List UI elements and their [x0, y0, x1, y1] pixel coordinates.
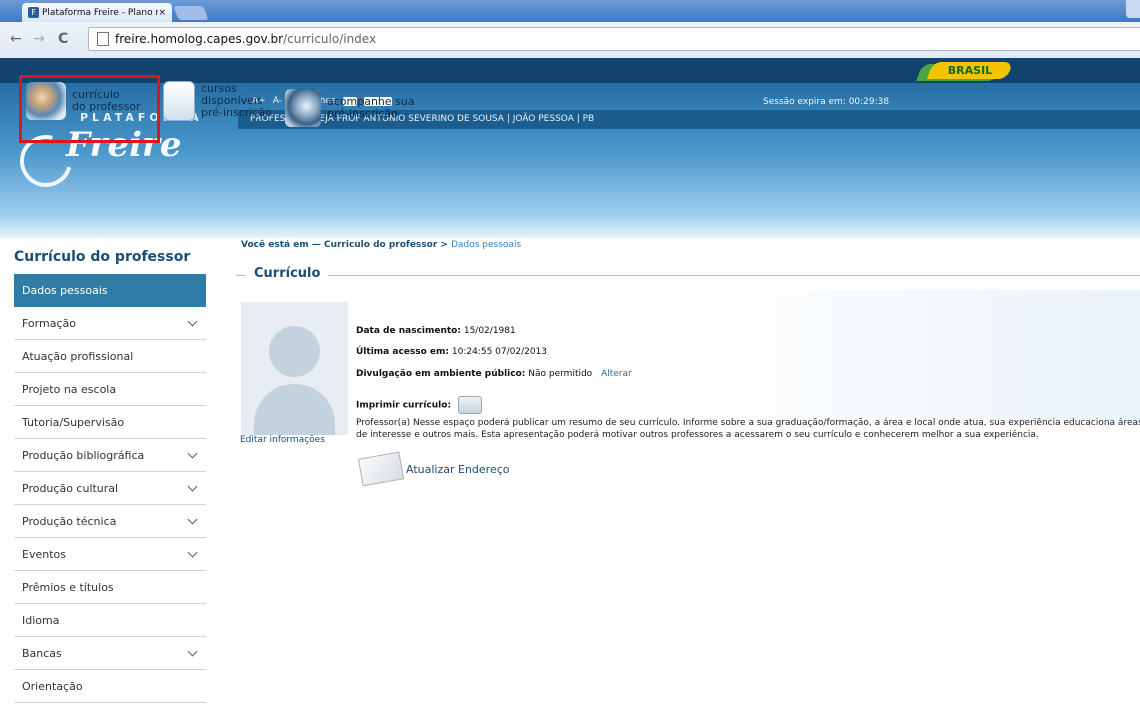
shortcut-label: pré-inscrição — [201, 106, 272, 119]
profile-photo — [241, 302, 348, 435]
brasil-badge[interactable]: BRASIL — [926, 62, 1014, 79]
sidebar-item-label: Produção bibliográfica — [22, 448, 145, 462]
update-address-label: Atualizar Endereço — [406, 462, 510, 476]
envelope-icon — [357, 451, 405, 487]
breadcrumb-parent-link[interactable]: Curriculo do professor — [324, 240, 437, 250]
print-row: Imprimir currículo: — [356, 396, 482, 414]
breadcrumb-dash: — — [311, 240, 321, 250]
url-path: /curriculo/index — [283, 32, 377, 46]
avatar-body — [254, 384, 335, 435]
birth-date-row: Data de nascimento: 15/02/1981 — [356, 326, 516, 336]
font-decrease-button[interactable]: A- — [273, 96, 282, 106]
sidebar-item-label: Produção técnica — [22, 514, 117, 528]
avatar-head — [269, 326, 320, 377]
browser-tab-bar: F Plataforma Freire - Plano nac × — [0, 0, 1140, 22]
magnifier-icon — [285, 89, 321, 127]
book-icon — [163, 81, 195, 121]
sidebar-item-label: Idioma — [22, 613, 60, 627]
access-value: 10:24:55 07/02/2013 — [451, 347, 548, 357]
sidebar-item-dados-pessoais[interactable]: Dados pessoais — [14, 274, 206, 307]
page-icon — [97, 32, 109, 46]
sidebar-item-orientacao[interactable]: Orientação — [14, 670, 206, 703]
breadcrumb-separator: > — [440, 240, 448, 250]
chevron-down-icon[interactable] — [187, 514, 198, 524]
session-timer: Sessão expira em: 00:29:38 — [763, 97, 890, 107]
url-input[interactable]: freire.homolog.capes.gov.br/curriculo/in… — [88, 27, 1140, 51]
privacy-row: Divulgação em ambiente público: Não perm… — [356, 369, 632, 379]
access-label: Última acesso em: — [356, 347, 449, 357]
new-tab-button[interactable] — [173, 6, 209, 20]
breadcrumb-current: Dados pessoais — [451, 240, 522, 250]
forward-arrow-icon[interactable]: → — [33, 31, 45, 47]
sidebar-item-projeto[interactable]: Projeto na escola — [14, 373, 206, 406]
change-privacy-link[interactable]: Alterar — [601, 369, 632, 379]
sidebar-item-formacao[interactable]: Formação — [14, 307, 206, 340]
chevron-down-icon[interactable] — [187, 316, 198, 326]
chevron-down-icon[interactable] — [187, 448, 198, 458]
sidebar-item-producao-cultural[interactable]: Produção cultural — [14, 472, 206, 505]
brasil-badge-label: BRASIL — [947, 64, 993, 77]
tab-close-icon[interactable]: × — [158, 8, 166, 18]
sidebar-item-idioma[interactable]: Idioma — [14, 604, 206, 637]
sidebar-item-bancas[interactable]: Bancas — [14, 637, 206, 670]
sidebar-title: Currículo do professor — [14, 249, 191, 265]
sidebar-item-eventos[interactable]: Eventos — [14, 538, 206, 571]
sidebar-item-label: Atuação profissional — [22, 349, 134, 363]
last-access-row: Última acesso em: 10:24:55 07/02/2013 — [356, 347, 547, 357]
chevron-down-icon[interactable] — [187, 646, 198, 656]
gov-bar: BRASIL — [0, 58, 1140, 83]
sidebar-item-premios[interactable]: Prêmios e títulos — [14, 571, 206, 604]
sidebar-item-label: Formação — [22, 316, 76, 330]
window-minimize-button[interactable] — [1126, 0, 1140, 18]
sidebar-item-label: Prêmios e títulos — [22, 580, 114, 594]
birth-value: 15/02/1981 — [463, 326, 516, 336]
site-favicon-icon: F — [28, 7, 39, 18]
sidebar-item-label: Bancas — [22, 646, 62, 660]
sidebar-item-label: Dados pessoais — [22, 283, 108, 297]
privacy-value: Não permitido — [528, 369, 593, 379]
breadcrumb: Você está em — Curriculo do professor > … — [241, 240, 521, 250]
highlight-box — [19, 75, 160, 143]
printer-icon[interactable] — [457, 396, 482, 414]
section-divider — [236, 275, 1140, 276]
chevron-down-icon[interactable] — [187, 481, 198, 491]
tab-title: Plataforma Freire - Plano nac — [42, 7, 159, 18]
section-header: Currículo — [236, 266, 1140, 282]
shortcut-acompanhe[interactable]: acompanhe sua pré-inscrição — [285, 89, 415, 127]
sidebar-item-label: Eventos — [22, 547, 66, 561]
section-title: Currículo — [246, 266, 329, 281]
shortcut-label: pré-inscrição — [327, 107, 398, 120]
sidebar-item-tutoria[interactable]: Tutoria/Supervisão — [14, 406, 206, 439]
chevron-down-icon[interactable] — [187, 547, 198, 557]
privacy-label: Divulgação em ambiente público: — [356, 369, 526, 379]
sidebar-item-atuacao[interactable]: Atuação profissional — [14, 340, 206, 373]
reload-icon[interactable]: C — [58, 31, 68, 47]
address-toolbar: ← → C freire.homolog.capes.gov.br/curric… — [0, 22, 1140, 59]
birth-label: Data de nascimento: — [356, 326, 461, 336]
browser-tab[interactable]: F Plataforma Freire - Plano nac × — [22, 3, 172, 22]
edit-info-link[interactable]: Editar informações — [240, 435, 325, 445]
shortcut-cursos[interactable]: cursos disponíveis pré-inscrição — [163, 81, 272, 121]
print-label: Imprimir currículo: — [356, 400, 452, 411]
sidebar-item-label: Tutoria/Supervisão — [22, 415, 125, 429]
sidebar-item-label: Orientação — [22, 679, 83, 693]
sidebar-item-producao-bibliografica[interactable]: Produção bibliográfica — [14, 439, 206, 472]
update-address-button[interactable]: Atualizar Endereço — [357, 451, 510, 487]
sidebar-menu: Dados pessoais Formação Atuação profissi… — [14, 274, 206, 703]
sidebar-item-producao-tecnica[interactable]: Produção técnica — [14, 505, 206, 538]
breadcrumb-prefix: Você está em — [241, 240, 309, 250]
sidebar-item-label: Produção cultural — [22, 481, 119, 495]
url-host: freire.homolog.capes.gov.br — [115, 32, 284, 46]
curriculum-description: Professor(a) Nesse espaço poderá publica… — [356, 418, 1140, 440]
sidebar-item-label: Projeto na escola — [22, 382, 117, 396]
back-arrow-icon[interactable]: ← — [10, 31, 22, 47]
